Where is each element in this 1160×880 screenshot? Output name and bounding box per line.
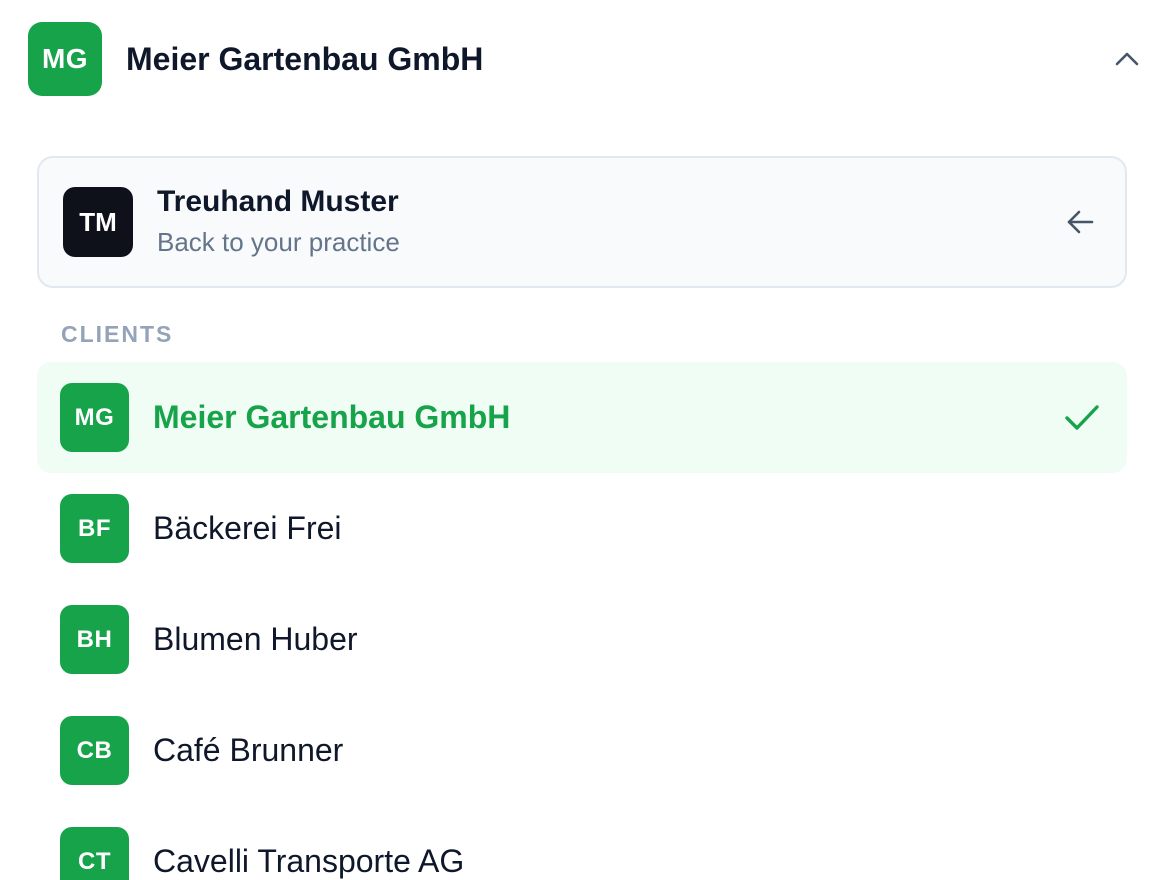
client-avatar: MG — [60, 383, 129, 452]
client-item-cafe-brunner[interactable]: CB Café Brunner — [37, 695, 1127, 806]
client-item-meier-gartenbau[interactable]: MG Meier Gartenbau GmbH — [37, 362, 1127, 473]
practice-avatar: TM — [63, 187, 133, 257]
practice-subtitle: Back to your practice — [157, 227, 400, 257]
client-avatar: BH — [60, 605, 129, 674]
client-avatar: CB — [60, 716, 129, 785]
client-initials: CT — [78, 847, 111, 875]
client-item-cavelli-transporte[interactable]: CT Cavelli Transporte AG — [37, 806, 1127, 880]
client-name: Meier Gartenbau GmbH — [153, 399, 511, 435]
client-item-blumen-huber[interactable]: BH Blumen Huber — [37, 584, 1127, 695]
clients-section-label: CLIENTS — [61, 321, 174, 347]
current-client-avatar: MG — [28, 22, 102, 96]
client-name: Bäckerei Frei — [153, 510, 342, 546]
current-client-header[interactable]: MG Meier Gartenbau GmbH — [28, 22, 1142, 96]
client-item-baeckerei-frei[interactable]: BF Bäckerei Frei — [37, 473, 1127, 584]
practice-text: Treuhand Muster Back to your practice — [157, 184, 400, 260]
current-client-title: Meier Gartenbau GmbH — [126, 40, 484, 77]
chevron-up-icon[interactable] — [1112, 44, 1142, 74]
back-to-practice-card[interactable]: TM Treuhand Muster Back to your practice — [37, 156, 1127, 288]
check-icon — [1063, 399, 1101, 437]
client-switcher-panel: MG Meier Gartenbau GmbH TM Treuhand Must… — [0, 0, 1160, 880]
arrow-left-icon[interactable] — [1063, 205, 1097, 239]
client-initials: BH — [76, 625, 113, 653]
client-initials: MG — [74, 403, 115, 431]
client-initials: CB — [76, 736, 113, 764]
client-name: Blumen Huber — [153, 621, 358, 657]
client-avatar: CT — [60, 827, 129, 880]
client-initials: BF — [78, 514, 111, 542]
client-avatar: BF — [60, 494, 129, 563]
practice-name: Treuhand Muster — [157, 185, 399, 218]
practice-initials: TM — [79, 206, 117, 237]
client-list: MG Meier Gartenbau GmbH BF Bäckerei Frei… — [37, 362, 1127, 880]
client-name: Cavelli Transporte AG — [153, 843, 465, 879]
current-client-initials: MG — [41, 43, 89, 74]
client-name: Café Brunner — [153, 732, 344, 768]
